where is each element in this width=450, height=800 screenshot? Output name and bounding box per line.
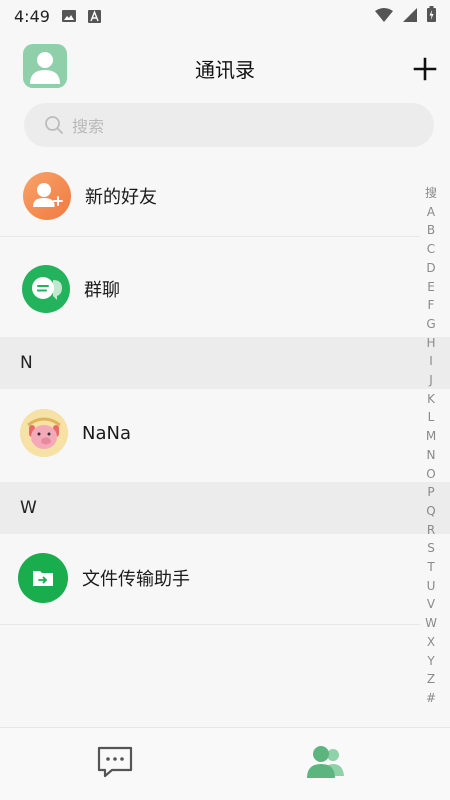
section-header-n: N: [0, 337, 450, 389]
divider: [0, 624, 420, 625]
index-letter[interactable]: 搜: [425, 184, 437, 203]
index-letter[interactable]: C: [427, 240, 435, 259]
index-letter[interactable]: N: [427, 446, 436, 465]
index-letter[interactable]: Y: [427, 652, 434, 671]
plus-icon: [413, 57, 437, 81]
list-item-label: 群聊: [84, 280, 120, 301]
section-header-w: W: [0, 482, 450, 534]
nav-contacts-tab[interactable]: [304, 742, 348, 782]
font-notification-icon: [88, 9, 102, 23]
battery-icon: [427, 6, 436, 26]
search-bar[interactable]: 搜索: [24, 103, 434, 147]
index-letter[interactable]: G: [426, 315, 435, 334]
contact-row[interactable]: 文件传输助手: [0, 538, 410, 618]
nav-messages-tab[interactable]: [96, 745, 134, 779]
app-header: 通讯录: [0, 36, 450, 100]
status-bar: 4:49: [0, 0, 450, 32]
index-letter[interactable]: H: [426, 334, 435, 353]
index-letter[interactable]: L: [428, 408, 435, 427]
index-letter[interactable]: D: [426, 259, 435, 278]
index-letter[interactable]: V: [427, 595, 435, 614]
new-friend-icon: [23, 172, 71, 220]
divider: [0, 236, 420, 237]
bottom-nav: [0, 727, 450, 800]
index-letter[interactable]: U: [427, 577, 436, 596]
index-letter[interactable]: F: [428, 296, 435, 315]
index-letter[interactable]: R: [427, 521, 435, 540]
index-letter[interactable]: P: [427, 483, 434, 502]
index-letter[interactable]: O: [426, 465, 435, 484]
index-letter[interactable]: B: [427, 221, 435, 240]
index-letter[interactable]: E: [427, 278, 435, 297]
pig-avatar-icon: [20, 409, 68, 457]
index-letter[interactable]: I: [429, 352, 433, 371]
index-letter[interactable]: A: [427, 203, 435, 222]
contact-name: 文件传输助手: [82, 569, 190, 590]
search-placeholder: 搜索: [72, 117, 105, 136]
alphabet-index[interactable]: 搜 A B C D E F G H I J K L M N O P Q R S T U V W X Y Z #: [424, 184, 438, 708]
image-notification-icon: [61, 9, 76, 23]
list-item-group-chat[interactable]: 群聊: [0, 249, 410, 329]
index-letter[interactable]: X: [427, 633, 435, 652]
index-letter[interactable]: J: [429, 371, 433, 390]
index-letter[interactable]: Q: [426, 502, 435, 521]
add-button[interactable]: [412, 56, 438, 82]
signal-icon: [403, 7, 417, 26]
contacts-icon: [307, 746, 344, 778]
file-transfer-icon: [18, 553, 68, 603]
list-item-new-friends[interactable]: 新的好友: [0, 156, 410, 236]
contact-name: NaNa: [82, 422, 131, 444]
page-title: 通讯录: [195, 58, 255, 82]
index-letter[interactable]: T: [427, 558, 434, 577]
wifi-icon: [375, 7, 393, 26]
index-letter[interactable]: #: [426, 689, 436, 708]
list-item-label: 新的好友: [85, 187, 157, 208]
index-letter[interactable]: W: [425, 614, 437, 633]
index-letter[interactable]: K: [427, 390, 435, 409]
index-letter[interactable]: M: [426, 427, 436, 446]
status-time: 4:49: [14, 6, 50, 26]
contact-row[interactable]: NaNa: [0, 393, 410, 473]
chat-bubble-icon: [97, 746, 133, 778]
search-icon: [45, 116, 63, 134]
group-chat-icon: [22, 265, 70, 313]
contact-avatar: [20, 409, 68, 457]
index-letter[interactable]: Z: [427, 670, 435, 689]
index-letter[interactable]: S: [427, 539, 435, 558]
